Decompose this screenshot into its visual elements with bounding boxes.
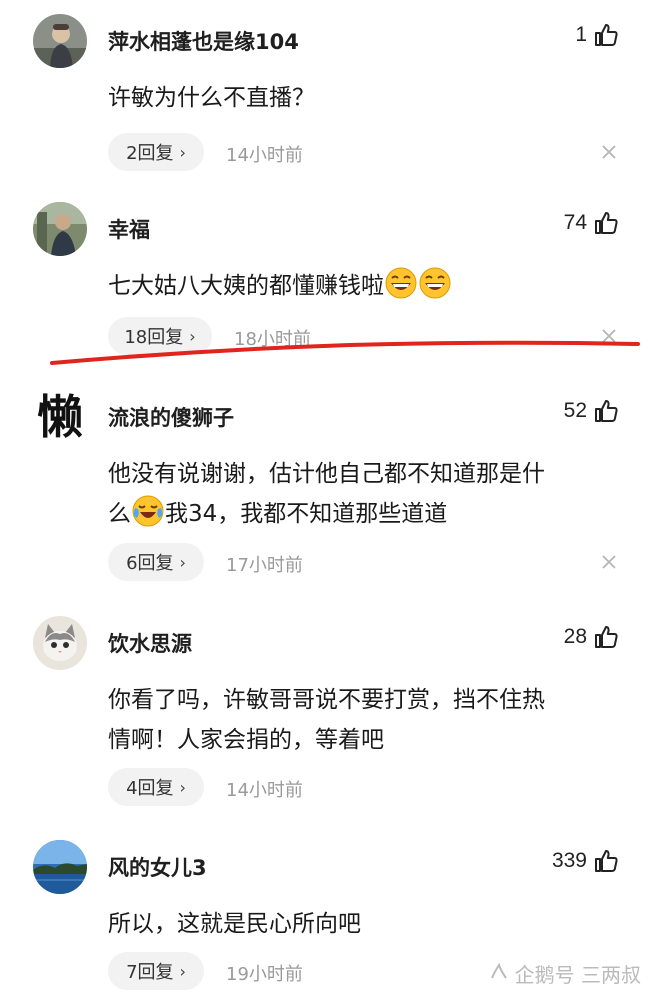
thumbs-up-icon [595, 212, 618, 234]
replies-count: 18回复 [124, 327, 184, 348]
chevron-right-icon: › [179, 142, 186, 162]
thumbs-up-icon [595, 24, 618, 46]
comment-text-line: 他没有说谢谢，估计他自己都不知道那是什 [108, 461, 545, 487]
like-button[interactable]: 28 [564, 624, 619, 650]
replies-count: 6回复 [126, 553, 174, 574]
avatar-lake-photo [33, 840, 87, 894]
like-count: 74 [563, 211, 587, 234]
like-button[interactable]: 1 [575, 22, 619, 48]
timestamp: 14小时前 [226, 780, 303, 801]
replies-count: 2回复 [126, 143, 174, 164]
avatar-person-outdoor-photo [33, 202, 87, 256]
avatar-person-photo [33, 14, 87, 68]
replies-button[interactable]: 4回复 › [108, 768, 204, 806]
username[interactable]: 风的女儿3 [108, 852, 207, 882]
watermark: 企鹅号 三两叔 [489, 959, 641, 988]
replies-count: 4回复 [126, 778, 174, 799]
replies-count: 7回复 [126, 962, 174, 983]
avatar[interactable]: 懒 [30, 390, 90, 444]
comment-text: 所以，这就是民心所向吧 [108, 911, 361, 937]
chevron-right-icon: › [189, 326, 196, 346]
like-count: 1 [575, 23, 587, 46]
username[interactable]: 幸福 [108, 214, 150, 244]
like-count: 52 [563, 399, 587, 422]
avatar[interactable] [33, 14, 87, 68]
laughing-emoji [384, 266, 418, 300]
replies-button[interactable]: 6回复 › [108, 543, 204, 581]
chevron-right-icon: › [179, 777, 186, 797]
comment-1: 萍水相蓬也是缘104 1 许敏为什么不直播？ 2回复 › 14小时前 [0, 14, 655, 184]
thumbs-up-icon [595, 626, 618, 648]
laughing-emoji [418, 266, 452, 300]
comment-text-line: 情啊！人家会捐的，等着吧 [108, 727, 384, 753]
avatar[interactable] [33, 616, 87, 670]
thumbs-up-icon [595, 850, 618, 872]
avatar[interactable] [33, 840, 87, 894]
comment-text: 七大姑八大姨的都懂赚钱啦 [108, 266, 623, 306]
chevron-right-icon: › [179, 961, 186, 981]
replies-button[interactable]: 7回复 › [108, 952, 204, 990]
comment-text-line: 你看了吗，许敏哥哥说不要打赏，挡不住热 [108, 687, 545, 713]
avatar[interactable] [33, 202, 87, 256]
username[interactable]: 流浪的傻狮子 [108, 402, 234, 432]
comment-4: 饮水思源 28 你看了吗，许敏哥哥说不要打赏，挡不住热 情啊！人家会捐的，等着吧… [0, 616, 655, 816]
like-count: 28 [563, 625, 587, 648]
avatar-calligraphy-glyph: 懒 [37, 390, 83, 444]
comment-text-fragment: 么 [108, 501, 131, 527]
thumbs-up-icon [595, 400, 618, 422]
comment-text-line: 么 我34，我都不知道那些道道 [108, 494, 623, 534]
like-count: 339 [551, 849, 587, 872]
timestamp: 17小时前 [226, 555, 303, 576]
comment-text-content: 七大姑八大姨的都懂赚钱啦 [108, 273, 384, 299]
comment-text-fragment: 我34，我都不知道那些道道 [165, 501, 448, 527]
comment-text: 他没有说谢谢，估计他自己都不知道那是什 么 我34，我都不知道那些道道 [108, 454, 623, 534]
watermark-text: 企鹅号 三两叔 [514, 963, 641, 987]
timestamp: 14小时前 [226, 145, 303, 166]
replies-button[interactable]: 18回复 › [108, 317, 212, 355]
crying-laughing-emoji [131, 494, 165, 528]
comment-text: 你看了吗，许敏哥哥说不要打赏，挡不住热 情啊！人家会捐的，等着吧 [108, 680, 623, 760]
replies-button[interactable]: 2回复 › [108, 133, 204, 171]
close-icon[interactable] [599, 326, 619, 346]
comment-2: 幸福 74 七大姑八大姨的都懂赚钱啦 18回复 › 18小时前 [0, 202, 655, 372]
comment-3: 懒 流浪的傻狮子 52 他没有说谢谢，估计他自己都不知道那是什 么 我34，我都不… [0, 390, 655, 590]
avatar-cat-photo [33, 616, 87, 670]
timestamp: 18小时前 [234, 329, 311, 350]
penguin-icon [489, 961, 509, 986]
username[interactable]: 萍水相蓬也是缘104 [108, 26, 299, 56]
close-icon[interactable] [599, 142, 619, 162]
username[interactable]: 饮水思源 [108, 628, 192, 658]
timestamp: 19小时前 [226, 964, 303, 985]
chevron-right-icon: › [179, 552, 186, 572]
like-button[interactable]: 74 [564, 210, 619, 236]
comment-text: 许敏为什么不直播？ [108, 85, 315, 111]
close-icon[interactable] [599, 552, 619, 572]
like-button[interactable]: 52 [564, 398, 619, 424]
like-button[interactable]: 339 [552, 848, 619, 874]
